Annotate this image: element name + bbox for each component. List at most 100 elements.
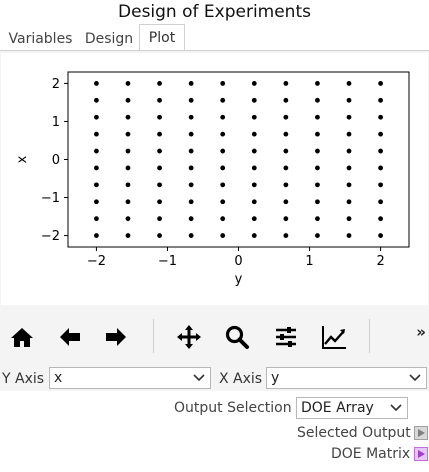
x-tick-label: −1: [158, 254, 177, 269]
data-point: [283, 97, 289, 103]
data-point: [315, 165, 320, 171]
data-point: [94, 97, 99, 103]
data-point: [346, 216, 352, 222]
y-tick-label: 1: [52, 115, 60, 130]
data-point: [251, 148, 257, 154]
chevron-down-icon: [408, 369, 422, 387]
data-point: [157, 165, 162, 171]
output-selection-select[interactable]: DOE Array: [296, 397, 408, 419]
data-point: [315, 233, 320, 238]
data-point: [378, 182, 383, 188]
data-point: [157, 131, 162, 137]
data-point: [251, 233, 257, 238]
x-axis-select[interactable]: y: [266, 367, 427, 389]
y-axis-select[interactable]: x: [49, 367, 211, 389]
data-point: [188, 165, 194, 171]
tab-plot[interactable]: Plot: [139, 24, 185, 51]
data-point: [220, 97, 226, 103]
data-point: [125, 131, 131, 137]
data-point: [188, 199, 194, 205]
configure-subplots-icon[interactable]: [271, 322, 301, 352]
x-tick-label: −2: [87, 254, 106, 269]
data-point: [251, 199, 257, 205]
data-point: [220, 199, 226, 205]
data-point: [251, 81, 257, 86]
data-point: [315, 97, 320, 103]
data-point: [315, 114, 320, 120]
output-selection-value: DOE Array: [301, 400, 374, 416]
data-point: [94, 81, 99, 86]
data-point: [315, 216, 320, 222]
data-point: [378, 148, 383, 154]
data-point: [188, 131, 194, 137]
window-title: Design of Experiments: [118, 2, 311, 22]
selected-output-port-icon[interactable]: [414, 426, 428, 440]
data-point: [188, 233, 194, 238]
data-point: [157, 199, 162, 205]
data-point: [157, 233, 162, 238]
data-point: [315, 131, 320, 137]
output-selection-label: Output Selection: [174, 400, 292, 416]
data-point: [378, 216, 383, 222]
data-point: [251, 131, 257, 137]
data-point: [220, 233, 226, 238]
toolbar-overflow-button[interactable]: »: [416, 323, 426, 341]
plot-toolbar: »: [1, 306, 428, 364]
x-axis-title: y: [235, 272, 243, 287]
data-point: [378, 114, 383, 120]
data-point: [94, 165, 99, 171]
x-axis-label: X Axis: [219, 371, 263, 387]
plot-figure: −2 −1 0 1 2 −2 −1 0 1 2 y x: [1, 53, 428, 305]
doe-matrix-port-icon[interactable]: [414, 447, 428, 461]
data-point: [125, 165, 131, 171]
edit-axis-icon[interactable]: [319, 322, 349, 352]
data-point: [315, 81, 320, 86]
data-point: [157, 97, 162, 103]
chevron-down-icon: [389, 399, 403, 417]
data-point: [251, 182, 257, 188]
data-point: [251, 165, 257, 171]
data-point: [157, 114, 162, 120]
plot-area-frame: [67, 71, 410, 248]
data-point: [346, 148, 352, 154]
data-point: [315, 182, 320, 188]
data-point: [378, 199, 383, 205]
data-point: [346, 131, 352, 137]
zoom-icon[interactable]: [222, 322, 252, 352]
data-point: [220, 165, 226, 171]
data-point: [220, 114, 226, 120]
data-point: [94, 233, 99, 238]
data-point: [94, 131, 99, 137]
data-point: [283, 114, 289, 120]
data-point: [378, 97, 383, 103]
pan-icon[interactable]: [174, 322, 204, 352]
data-point: [220, 81, 226, 86]
data-point: [378, 165, 383, 171]
data-point: [125, 114, 131, 120]
data-point: [94, 199, 99, 205]
tab-design[interactable]: Design: [80, 27, 138, 51]
toolbar-separator: [153, 319, 154, 353]
data-point: [125, 97, 131, 103]
data-point: [94, 182, 99, 188]
data-point: [188, 216, 194, 222]
y-tick-label: 0: [52, 153, 60, 168]
data-point: [220, 182, 226, 188]
axis-selection-row: Y Axis x X Axis y: [0, 366, 429, 392]
data-point: [125, 81, 131, 86]
data-point: [157, 81, 162, 86]
data-point: [94, 148, 99, 154]
data-point: [94, 114, 99, 120]
data-point: [157, 182, 162, 188]
home-icon[interactable]: [7, 322, 37, 352]
back-icon[interactable]: [55, 322, 85, 352]
x-axis-select-value: y: [271, 370, 280, 386]
data-point: [125, 148, 131, 154]
data-point: [283, 81, 289, 86]
tab-bar: Variables Design Plot: [0, 24, 429, 51]
data-point: [220, 148, 226, 154]
tab-variables[interactable]: Variables: [2, 27, 79, 51]
forward-icon[interactable]: [101, 322, 131, 352]
data-point: [283, 199, 289, 205]
data-point: [283, 182, 289, 188]
